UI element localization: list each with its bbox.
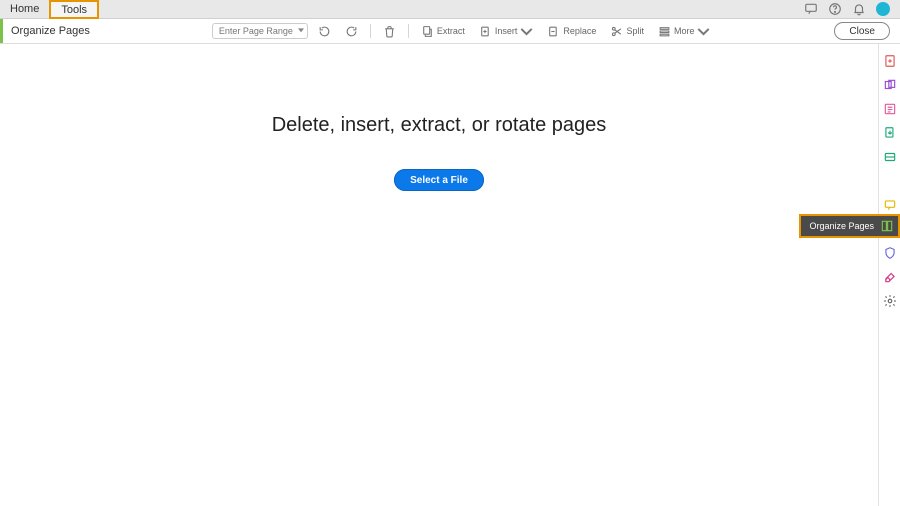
protect-icon[interactable] (883, 246, 897, 260)
extract-icon (421, 25, 434, 38)
insert-label: Insert (495, 26, 518, 36)
right-tool-rail (878, 44, 900, 506)
tab-home[interactable]: Home (0, 0, 49, 18)
select-file-button[interactable]: Select a File (394, 169, 484, 191)
tab-tools[interactable]: Tools (49, 0, 99, 19)
create-pdf-icon[interactable] (883, 54, 897, 68)
replace-label: Replace (563, 26, 596, 36)
edit-pdf-icon[interactable] (883, 102, 897, 116)
chat-icon[interactable] (804, 2, 818, 16)
body-area: Delete, insert, extract, or rotate pages… (0, 44, 900, 506)
close-label: Close (849, 26, 875, 37)
organize-pages-tooltip[interactable]: Organize Pages (799, 214, 900, 238)
organize-toolbar: Organize Pages Enter Page Range Extract … (0, 19, 900, 44)
help-icon[interactable] (828, 2, 842, 16)
chevron-down-icon (697, 25, 710, 38)
more-label: More (674, 26, 695, 36)
toolbar-separator (408, 24, 409, 38)
replace-button[interactable]: Replace (543, 22, 600, 40)
rotate-cw-button[interactable] (341, 22, 362, 40)
page-range-placeholder: Enter Page Range (219, 26, 293, 36)
header-tabs: Home Tools (0, 0, 99, 18)
toolbar-center: Enter Page Range Extract Insert Replace (102, 19, 825, 43)
replace-icon (547, 25, 560, 38)
organize-pages-tooltip-label: Organize Pages (809, 221, 874, 231)
avatar[interactable] (876, 2, 890, 16)
panel-title-label: Organize Pages (11, 25, 90, 37)
tab-tools-label: Tools (61, 4, 87, 16)
extract-button[interactable]: Extract (417, 22, 469, 40)
tab-home-label: Home (10, 3, 39, 15)
chevron-down-icon (298, 28, 304, 32)
rotate-cw-icon (345, 25, 358, 38)
app-header: Home Tools (0, 0, 900, 19)
main-content: Delete, insert, extract, or rotate pages… (0, 44, 878, 506)
rotate-ccw-icon (318, 25, 331, 38)
split-button[interactable]: Split (606, 22, 648, 40)
scan-ocr-icon[interactable] (883, 150, 897, 164)
insert-icon (479, 25, 492, 38)
split-label: Split (626, 26, 644, 36)
organize-pages-icon (880, 219, 894, 233)
bell-icon[interactable] (852, 2, 866, 16)
insert-button[interactable]: Insert (475, 22, 538, 40)
export-pdf-icon[interactable] (883, 126, 897, 140)
trash-icon (383, 25, 396, 38)
rotate-ccw-button[interactable] (314, 22, 335, 40)
close-wrap: Close (824, 19, 900, 43)
sign-tool-icon[interactable] (883, 270, 897, 284)
page-range-input[interactable]: Enter Page Range (212, 23, 308, 39)
header-spacer (99, 0, 804, 18)
panel-title: Organize Pages (0, 19, 102, 43)
more-button[interactable]: More (654, 22, 715, 40)
extract-label: Extract (437, 26, 465, 36)
more-icon (658, 25, 671, 38)
scissors-icon (610, 25, 623, 38)
chevron-down-icon (520, 25, 533, 38)
close-button[interactable]: Close (834, 22, 890, 40)
toolbar-separator (370, 24, 371, 38)
page-headline: Delete, insert, extract, or rotate pages (272, 114, 607, 137)
header-actions (804, 0, 900, 18)
select-file-label: Select a File (410, 175, 468, 186)
combine-icon[interactable] (883, 78, 897, 92)
comment-icon[interactable] (883, 198, 897, 212)
more-tools-icon[interactable] (883, 294, 897, 308)
delete-button[interactable] (379, 22, 400, 40)
